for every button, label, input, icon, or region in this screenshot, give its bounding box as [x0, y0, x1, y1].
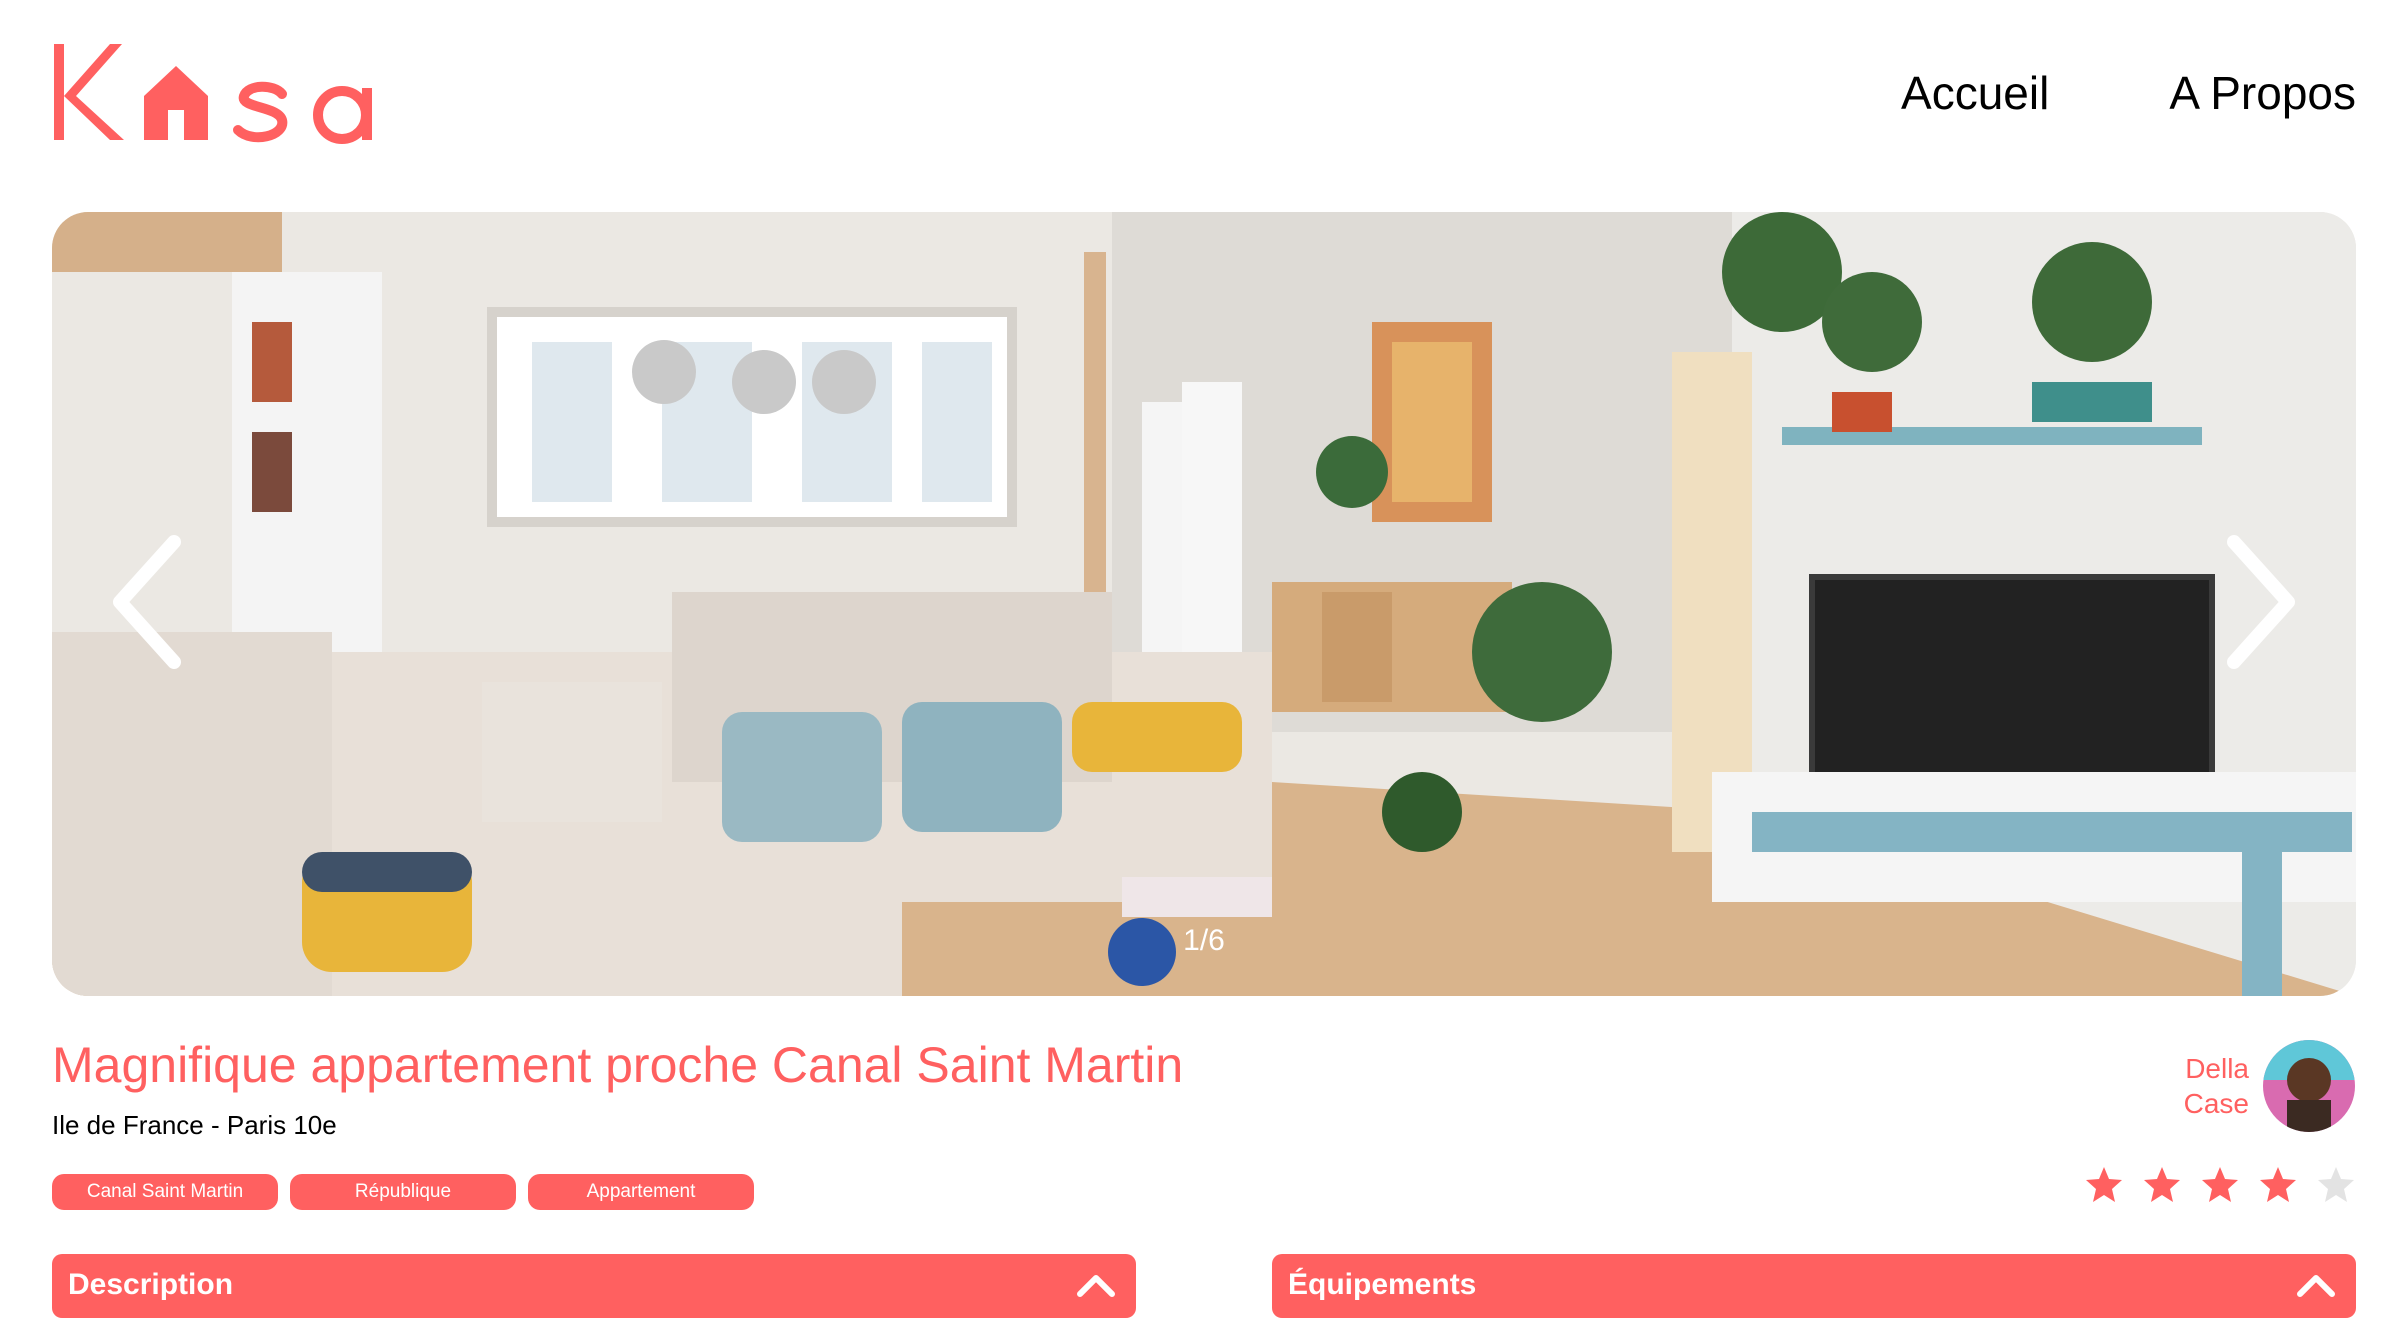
gallery-slideshow: 1/6	[52, 212, 2356, 996]
star-filled-icon	[2144, 1167, 2180, 1202]
tag-canal-saint-martin: Canal Saint Martin	[52, 1174, 278, 1210]
tag-list: Canal Saint Martin République Appartemen…	[52, 1174, 754, 1210]
listing-title: Magnifique appartement proche Canal Sain…	[52, 1037, 1184, 1093]
kasa-logo-mark	[54, 44, 372, 144]
host-last-name: Case	[2183, 1088, 2249, 1119]
description-collapse[interactable]: Description	[52, 1254, 1136, 1318]
host-name: Della Case	[2184, 1051, 2249, 1121]
kasa-logo[interactable]	[52, 36, 382, 156]
tag-appartement: Appartement	[528, 1174, 754, 1210]
host-info: Della Case	[2184, 1040, 2355, 1132]
tag-republique: République	[290, 1174, 516, 1210]
star-filled-icon	[2260, 1167, 2296, 1202]
equipments-collapse-title: Équipements	[1288, 1268, 1477, 1301]
chevron-up-icon	[1077, 1275, 1115, 1297]
star-filled-icon	[2086, 1167, 2122, 1202]
next-image-button[interactable]	[2206, 532, 2306, 672]
nav-link-a-propos[interactable]: A Propos	[2169, 66, 2356, 120]
rating-stars	[2085, 1166, 2355, 1204]
apartment-photo	[52, 212, 2356, 996]
previous-image-button[interactable]	[102, 532, 202, 672]
chevron-right-icon	[2227, 535, 2295, 669]
page: Accueil A Propos 1/6 Magnifique appartem…	[0, 0, 2407, 1318]
main-nav: Accueil A Propos	[1901, 66, 2356, 120]
nav-link-accueil[interactable]: Accueil	[1901, 66, 2049, 120]
chevron-left-icon	[113, 535, 181, 669]
host-avatar	[2263, 1040, 2355, 1132]
chevron-up-icon	[2297, 1275, 2335, 1297]
host-first-name: Della	[2185, 1053, 2249, 1084]
listing-location: Ile de France - Paris 10e	[52, 1110, 337, 1140]
star-filled-icon	[2202, 1167, 2238, 1202]
equipments-collapse[interactable]: Équipements	[1272, 1254, 2356, 1318]
host-avatar-image	[2263, 1040, 2355, 1132]
star-empty-icon	[2318, 1167, 2354, 1202]
description-collapse-title: Description	[68, 1268, 234, 1301]
image-counter: 1/6	[1183, 924, 1225, 957]
